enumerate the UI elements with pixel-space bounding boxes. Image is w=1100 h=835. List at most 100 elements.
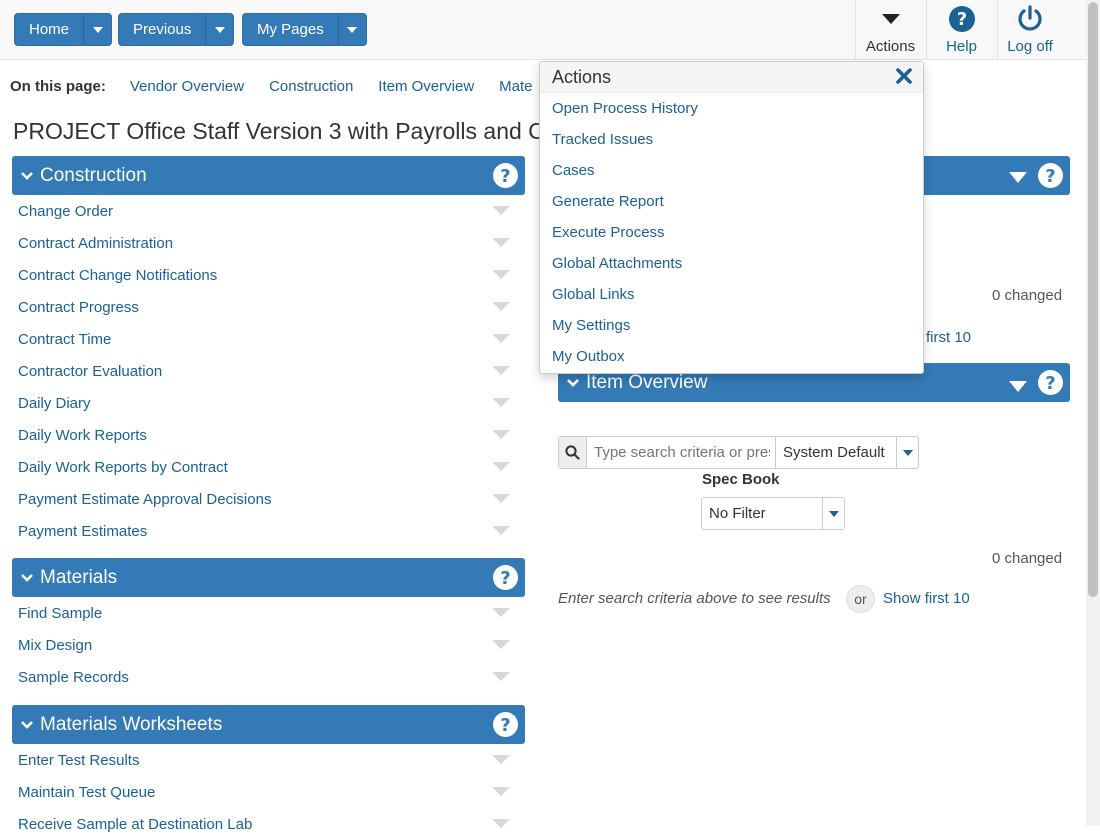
list-item[interactable]: Enter Test Results	[18, 749, 518, 771]
menu-item-my-outbox[interactable]: My Outbox	[540, 341, 923, 372]
help-icon[interactable]: ?	[492, 711, 519, 744]
search-icon[interactable]	[559, 437, 587, 468]
chevron-down-icon[interactable]	[822, 498, 844, 529]
svg-text:?: ?	[500, 166, 510, 187]
menu-item-my-settings[interactable]: My Settings	[540, 310, 923, 341]
caret-down-icon[interactable]	[492, 640, 510, 649]
chevron-down-icon[interactable]	[896, 437, 918, 468]
help-button[interactable]: ? Help	[926, 0, 996, 60]
menu-item-generate-report[interactable]: Generate Report	[540, 186, 923, 217]
list-item[interactable]: Contract Progress	[18, 296, 518, 318]
list-item-label: Enter Test Results	[18, 751, 140, 769]
home-button[interactable]: Home	[14, 13, 113, 46]
actions-menu-title: Actions	[552, 66, 612, 87]
onpage-link-vendor-overview[interactable]: Vendor Overview	[130, 78, 244, 95]
list-item[interactable]: Payment Estimate Approval Decisions	[18, 488, 518, 510]
actions-menu: Actions Open Process History Tracked Iss…	[539, 61, 924, 374]
onpage-link-item-overview[interactable]: Item Overview	[378, 78, 474, 95]
list-item-label: Change Order	[18, 202, 114, 220]
actions-button[interactable]: Actions	[855, 0, 925, 60]
menu-item-cases[interactable]: Cases	[540, 155, 923, 186]
chevron-down-icon	[14, 573, 40, 583]
list-item[interactable]: Contractor Evaluation	[18, 360, 518, 382]
caret-down-icon[interactable]	[492, 787, 510, 796]
home-dropdown-toggle[interactable]	[83, 14, 111, 45]
materials-worksheets-panel-header[interactable]: Materials Worksheets ?	[12, 705, 525, 744]
power-icon	[1016, 4, 1044, 34]
list-item[interactable]: Mix Design	[18, 634, 518, 656]
list-item-label: Mix Design	[18, 636, 93, 654]
construction-panel-header[interactable]: Construction ?	[12, 156, 525, 195]
caret-down-icon[interactable]	[492, 238, 510, 247]
list-item[interactable]: Sample Records	[18, 666, 518, 688]
my-pages-button[interactable]: My Pages	[242, 13, 367, 46]
list-item-label: Receive Sample at Destination Lab	[18, 815, 253, 833]
list-item[interactable]: Daily Work Reports	[18, 424, 518, 446]
menu-item-global-links[interactable]: Global Links	[540, 279, 923, 310]
previous-dropdown-toggle[interactable]	[205, 14, 233, 45]
scrollbar-thumb[interactable]	[1088, 2, 1098, 597]
close-icon[interactable]	[895, 67, 913, 90]
spec-book-select[interactable]: No Filter	[701, 497, 845, 530]
view-select[interactable]: System Default	[775, 436, 919, 469]
caret-down-icon[interactable]	[492, 430, 510, 439]
page-title: PROJECT Office Staff Version 3 with Payr…	[13, 118, 543, 144]
help-icon[interactable]: ?	[1037, 369, 1064, 402]
list-item-label: Contract Progress	[18, 298, 139, 316]
onpage-link-construction[interactable]: Construction	[269, 78, 353, 95]
help-icon[interactable]: ?	[492, 162, 519, 195]
list-item-label: Contract Time	[18, 330, 112, 348]
vendor-show-first-link[interactable]: first 10	[926, 329, 971, 346]
svg-text:?: ?	[500, 568, 510, 589]
list-item-label: Payment Estimate Approval Decisions	[18, 490, 272, 508]
caret-down-icon[interactable]	[492, 398, 510, 407]
or-badge: or	[846, 585, 875, 613]
onpage-link-materials[interactable]: Mate	[499, 78, 532, 95]
help-icon[interactable]: ?	[492, 564, 519, 597]
menu-item-global-attachments[interactable]: Global Attachments	[540, 248, 923, 279]
caret-down-icon[interactable]	[492, 334, 510, 343]
caret-down-icon	[881, 4, 901, 34]
list-item[interactable]: Daily Diary	[18, 392, 518, 414]
on-this-page-title: On this page:	[10, 78, 106, 95]
show-first-10-link[interactable]: Show first 10	[883, 590, 970, 607]
list-item-label: Contract Change Notifications	[18, 266, 218, 284]
menu-item-tracked-issues[interactable]: Tracked Issues	[540, 124, 923, 155]
item-search-input[interactable]	[587, 443, 772, 462]
caret-down-icon[interactable]	[492, 755, 510, 764]
menu-item-execute-process[interactable]: Execute Process	[540, 217, 923, 248]
caret-down-icon[interactable]	[492, 462, 510, 471]
list-item[interactable]: Contract Administration	[18, 232, 518, 254]
logoff-button[interactable]: Log off	[997, 0, 1062, 60]
caret-down-icon[interactable]	[492, 608, 510, 617]
list-item[interactable]: Change Order	[18, 200, 518, 222]
help-label: Help	[946, 38, 977, 55]
vertical-scrollbar[interactable]	[1086, 0, 1100, 826]
caret-down-icon[interactable]	[492, 494, 510, 503]
svg-text:?: ?	[956, 9, 966, 30]
materials-panel-header[interactable]: Materials ?	[12, 558, 525, 597]
caret-down-icon[interactable]	[492, 270, 510, 279]
list-item[interactable]: Receive Sample at Destination Lab	[18, 813, 518, 835]
list-item[interactable]: Contract Change Notifications	[18, 264, 518, 286]
my-pages-dropdown-toggle[interactable]	[337, 14, 366, 45]
menu-item-open-process-history[interactable]: Open Process History	[540, 93, 923, 124]
list-item[interactable]: Contract Time	[18, 328, 518, 350]
vendor-changed-count: 0 changed	[992, 287, 1063, 304]
caret-down-icon[interactable]	[492, 302, 510, 311]
list-item[interactable]: Maintain Test Queue	[18, 781, 518, 803]
list-item[interactable]: Find Sample	[18, 602, 518, 624]
caret-down-icon[interactable]	[492, 819, 510, 828]
list-item[interactable]: Daily Work Reports by Contract	[18, 456, 518, 478]
caret-down-icon[interactable]	[492, 366, 510, 375]
caret-down-icon[interactable]	[492, 526, 510, 535]
item-changed-count: 0 changed	[992, 550, 1063, 567]
help-icon[interactable]: ?	[1037, 162, 1064, 195]
list-item-label: Daily Diary	[18, 394, 91, 412]
list-item[interactable]: Payment Estimates	[18, 520, 518, 542]
caret-down-icon[interactable]	[492, 672, 510, 681]
caret-down-icon[interactable]	[1008, 377, 1028, 399]
caret-down-icon[interactable]	[492, 206, 510, 215]
previous-button[interactable]: Previous	[118, 13, 235, 46]
item-search-box	[558, 436, 776, 469]
